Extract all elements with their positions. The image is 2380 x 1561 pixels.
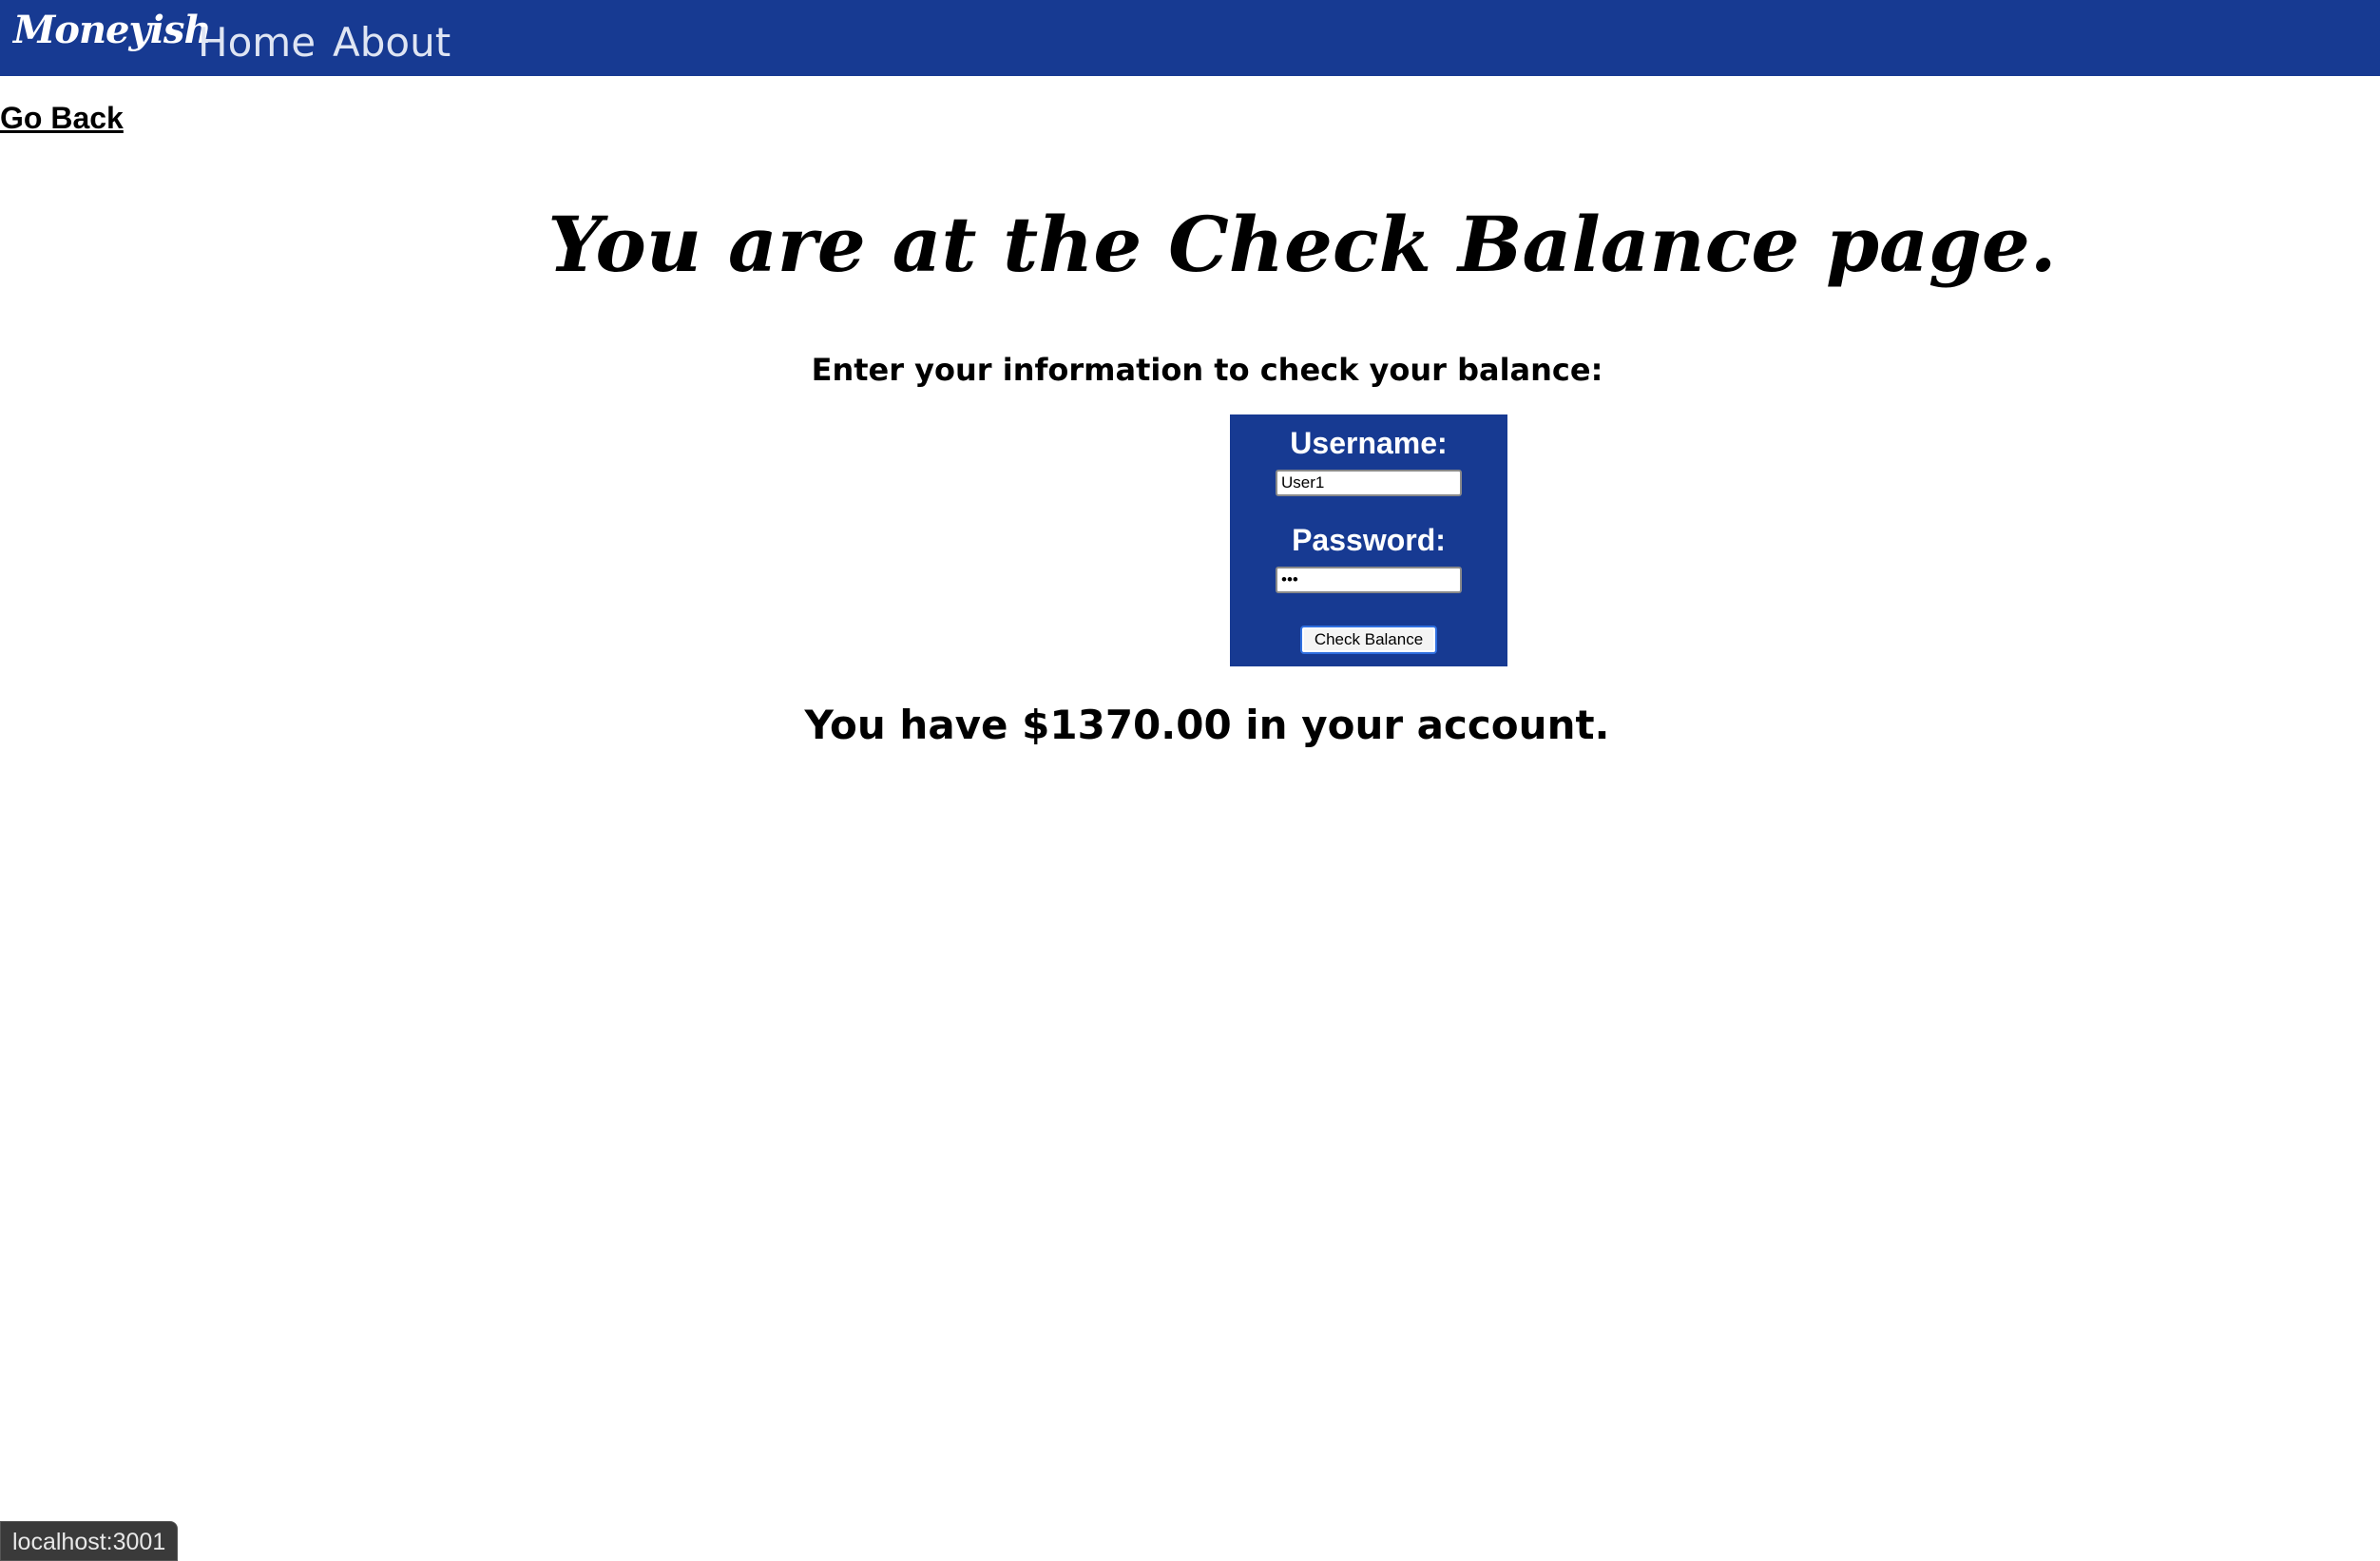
brand-logo[interactable]: Moneyish xyxy=(13,6,212,55)
instructions-text: Enter your information to check your bal… xyxy=(811,352,1603,388)
navbar: Moneyish Home About xyxy=(0,0,2380,76)
go-back-link[interactable]: Go Back xyxy=(0,99,124,137)
username-label: Username: xyxy=(1290,426,1448,460)
username-input[interactable] xyxy=(1276,470,1462,496)
check-balance-button[interactable]: Check Balance xyxy=(1300,626,1437,654)
nav-link-home[interactable]: Home xyxy=(198,13,316,72)
balance-message: You have $1370.00 in your account. xyxy=(804,702,1610,748)
nav-link-about[interactable]: About xyxy=(333,13,451,72)
nav-links: Home About xyxy=(198,13,451,72)
password-label: Password: xyxy=(1292,523,1446,557)
status-bar-url: localhost:3001 xyxy=(0,1521,179,1561)
password-input[interactable] xyxy=(1276,567,1462,593)
check-balance-form: Username: Password: Check Balance xyxy=(1230,414,1507,666)
page-title: You are at the Check Balance page. xyxy=(547,200,2057,289)
